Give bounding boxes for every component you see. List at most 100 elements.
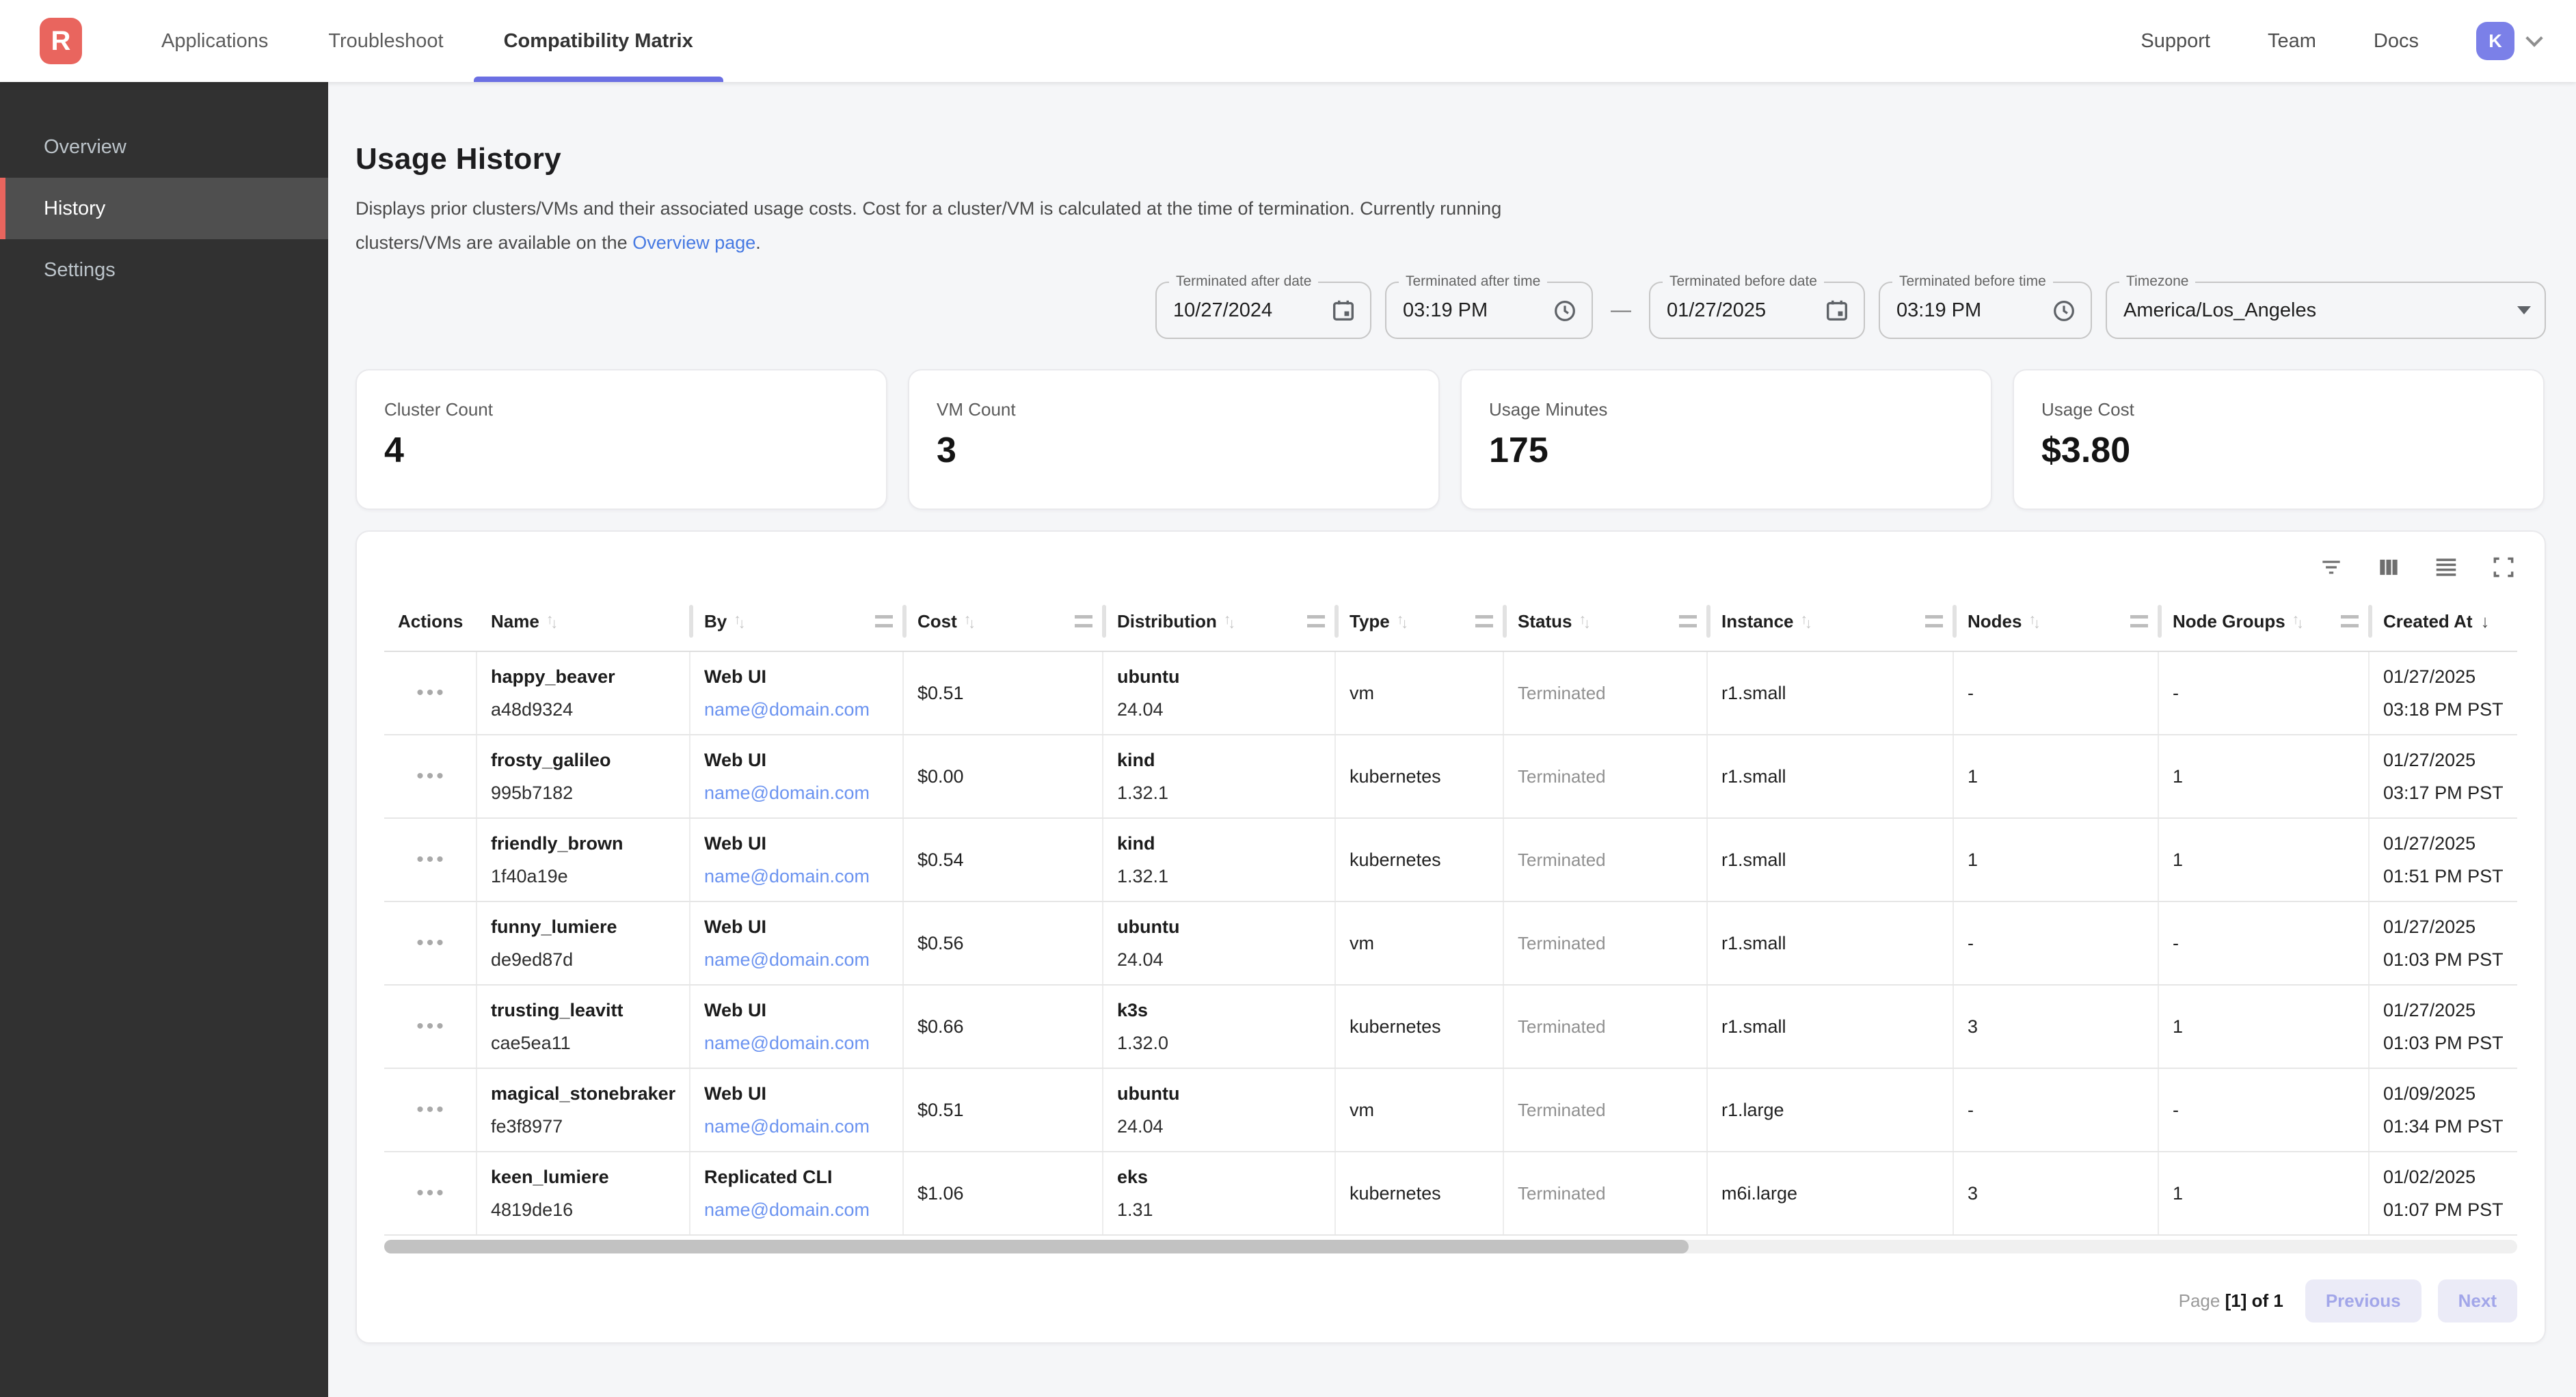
sidebar-item-overview[interactable]: Overview [0, 116, 328, 178]
calendar-icon[interactable] [1330, 297, 1356, 323]
overview-page-link[interactable]: Overview page [632, 232, 755, 253]
avatar[interactable]: K [2476, 22, 2514, 60]
email-link[interactable]: name@domain.com [704, 860, 870, 893]
top-nav: R ApplicationsTroubleshootCompatibility … [0, 0, 2576, 82]
filter-terminated-after-date[interactable]: Terminated after date10/27/2024 [1155, 282, 1371, 339]
chevron-down-icon[interactable] [2525, 29, 2543, 46]
stat-value: 3 [937, 430, 1411, 471]
cell-value: kubernetes [1350, 766, 1441, 787]
cell-cost: $0.51 [904, 1069, 1103, 1151]
cell-name: trusting_leavittcae5ea11 [477, 986, 690, 1068]
filter-icon[interactable] [2318, 554, 2345, 581]
column-header-by[interactable]: By↑↓ [690, 592, 904, 651]
row-actions-button[interactable]: ••• [416, 1015, 446, 1038]
column-header-instance[interactable]: Instance↑↓ [1708, 592, 1954, 651]
email-link[interactable]: name@domain.com [704, 943, 870, 976]
cell-line2: cae5ea11 [491, 1027, 571, 1059]
table-row: ••• trusting_leavittcae5ea11Web UIname@do… [384, 986, 2517, 1069]
cell-value: Terminated [1518, 933, 1606, 954]
column-menu-icon[interactable] [2130, 615, 2148, 627]
column-label: Actions [398, 611, 463, 632]
cell-by: Web UIname@domain.com [690, 986, 904, 1068]
filter-timezone[interactable]: TimezoneAmerica/Los_Angeles [2106, 282, 2546, 339]
cell-line1: Web UI [704, 660, 766, 693]
row-actions-button[interactable]: ••• [416, 848, 446, 871]
column-menu-icon[interactable] [1925, 615, 1943, 627]
column-menu-icon[interactable] [1075, 615, 1092, 627]
calendar-icon[interactable] [1824, 297, 1850, 323]
cell-line1: 01/27/2025 [2383, 744, 2476, 776]
cell-instance: r1.small [1708, 902, 1954, 984]
column-label: Node Groups [2173, 611, 2285, 632]
row-actions-button[interactable]: ••• [416, 681, 446, 705]
column-header-actions: Actions [384, 592, 477, 651]
column-header-status[interactable]: Status↑↓ [1504, 592, 1708, 651]
column-menu-icon[interactable] [1307, 615, 1325, 627]
cell-value: r1.small [1721, 933, 1786, 954]
cell-by: Web UIname@domain.com [690, 902, 904, 984]
column-header-name[interactable]: Name↑↓ [477, 592, 690, 651]
clock-icon[interactable] [1552, 297, 1578, 323]
cell-line1: ubuntu [1117, 660, 1179, 693]
tab-applications[interactable]: Applications [131, 0, 298, 82]
email-link[interactable]: name@domain.com [704, 1027, 870, 1059]
row-actions-button[interactable]: ••• [416, 1182, 446, 1205]
row-actions-button[interactable]: ••• [416, 765, 446, 788]
column-header-type[interactable]: Type↑↓ [1336, 592, 1504, 651]
nav-link-docs[interactable]: Docs [2374, 30, 2419, 53]
filter-value: 03:19 PM [1896, 299, 2051, 322]
next-button[interactable]: Next [2438, 1279, 2517, 1323]
cell-value: vm [1350, 683, 1374, 704]
filter-terminated-before-date[interactable]: Terminated before date01/27/2025 [1649, 282, 1865, 339]
cell-created-at: 01/27/202501:03 PM PST [2370, 902, 2517, 984]
email-link[interactable]: name@domain.com [704, 1193, 870, 1226]
cell-line2: 995b7182 [491, 776, 573, 809]
filter-terminated-before-time[interactable]: Terminated before time03:19 PM [1879, 282, 2092, 339]
tab-troubleshoot[interactable]: Troubleshoot [298, 0, 473, 82]
stat-card-cluster-count: Cluster Count4 [355, 369, 887, 510]
column-menu-icon[interactable] [1679, 615, 1697, 627]
caret-icon[interactable] [2517, 306, 2531, 314]
description-line2: clusters/VMs are available on the Overvi… [355, 226, 2546, 260]
column-menu-icon[interactable] [875, 615, 893, 627]
scrollbar-thumb[interactable] [384, 1240, 1689, 1253]
cell-nodes: - [1954, 652, 2159, 734]
filter-label: Terminated after time [1399, 273, 1547, 290]
row-actions-button[interactable]: ••• [416, 932, 446, 955]
cell-value: Terminated [1518, 850, 1606, 871]
replicated-logo[interactable]: R [40, 18, 82, 64]
column-menu-icon[interactable] [2341, 615, 2359, 627]
email-link[interactable]: name@domain.com [704, 776, 870, 809]
column-header-cost[interactable]: Cost↑↓ [904, 592, 1103, 651]
cell-line2: 03:18 PM PST [2383, 693, 2504, 726]
sidebar-item-history[interactable]: History [0, 178, 328, 239]
column-header-created-at[interactable]: Created At↓ [2370, 592, 2517, 651]
column-header-node-groups[interactable]: Node Groups↑↓ [2159, 592, 2370, 651]
clock-icon[interactable] [2051, 297, 2077, 323]
cell-line2: 01:03 PM PST [2383, 943, 2504, 976]
tab-compatibility-matrix[interactable]: Compatibility Matrix [474, 0, 723, 82]
email-link[interactable]: name@domain.com [704, 693, 870, 726]
cell-line2: 24.04 [1117, 693, 1164, 726]
previous-button[interactable]: Previous [2305, 1279, 2421, 1323]
cell-node-groups: 1 [2159, 986, 2370, 1068]
fullscreen-icon[interactable] [2490, 554, 2517, 581]
table-body: •••happy_beavera48d9324Web UIname@domain… [384, 652, 2517, 1236]
usage-table: Actions Name↑↓By↑↓Cost↑↓Distribution↑↓Typ… [384, 592, 2517, 1236]
column-label: Name [491, 611, 539, 632]
cell-nodes: 1 [1954, 819, 2159, 901]
sidebar-item-settings[interactable]: Settings [0, 239, 328, 301]
cell-line2: 1f40a19e [491, 860, 568, 893]
columns-icon[interactable] [2375, 554, 2402, 581]
cell-line2: 24.04 [1117, 943, 1164, 976]
density-icon[interactable] [2432, 554, 2460, 581]
column-menu-icon[interactable] [1475, 615, 1493, 627]
nav-link-team[interactable]: Team [2268, 30, 2316, 53]
email-link[interactable]: name@domain.com [704, 1110, 870, 1143]
filter-terminated-after-time[interactable]: Terminated after time03:19 PM [1385, 282, 1593, 339]
column-header-distribution[interactable]: Distribution↑↓ [1103, 592, 1336, 651]
nav-link-support[interactable]: Support [2141, 30, 2210, 53]
column-label: Distribution [1117, 611, 1217, 632]
column-header-nodes[interactable]: Nodes↑↓ [1954, 592, 2159, 651]
row-actions-button[interactable]: ••• [416, 1098, 446, 1122]
